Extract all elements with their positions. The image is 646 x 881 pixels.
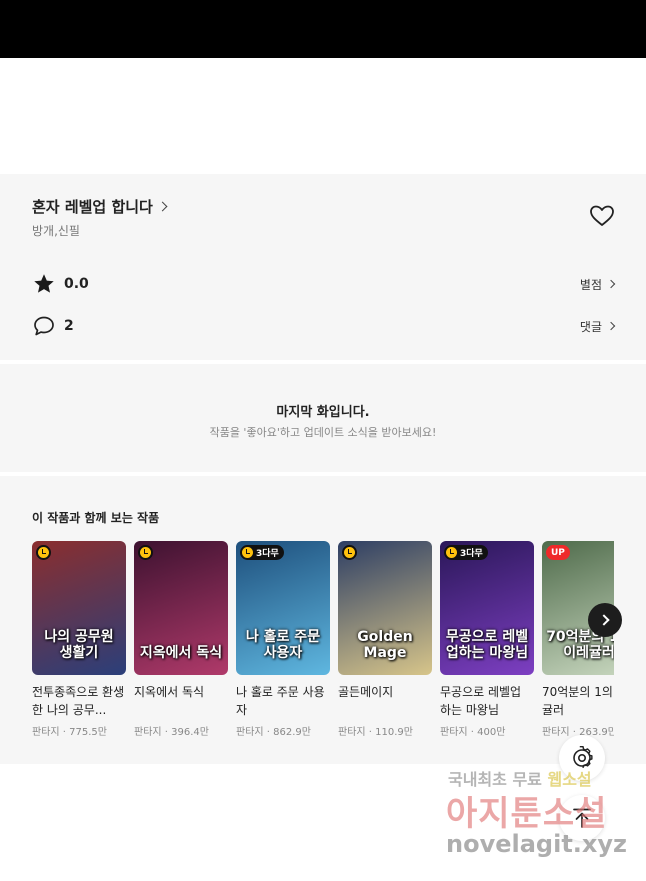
chevron-right-icon: [606, 321, 616, 331]
chevron-right-icon: [606, 279, 616, 289]
related-work-cover: 지옥에서 독식: [134, 541, 228, 675]
related-works-section: 이 작품과 함께 보는 작품 나의 공무원 생활기전투종족으로 환생한 나의 공…: [0, 476, 646, 764]
comment-count: 2: [64, 318, 74, 334]
wait-free-badge: 3다무: [240, 545, 284, 560]
wait-free-badge: [342, 545, 357, 560]
clock-icon: [38, 547, 49, 558]
badge-label: 3다무: [460, 549, 483, 559]
related-work-title: 나 홀로 주문 사용자: [236, 685, 325, 717]
badge-label: UP: [551, 547, 565, 558]
related-work-title: 70억분의 1의 레귤러: [542, 685, 614, 717]
rating-link[interactable]: 별점: [579, 276, 616, 293]
chevron-right-icon: [157, 201, 168, 212]
last-episode-section: 마지막 화입니다. 작품을 '좋아요'하고 업데이트 소식을 받아보세요!: [0, 364, 646, 472]
related-work-card[interactable]: UP70억분의 1의 이레귤러70억분의 1의 레귤러판타지 · 263.9만: [542, 541, 614, 738]
comment-icon: [34, 316, 54, 336]
wait-free-badge: [36, 545, 51, 560]
related-work-title: 무공으로 레벨업 하는 마왕님: [440, 685, 522, 717]
related-work-cover: 3다무나 홀로 주문 사용자: [236, 541, 330, 675]
carousel-next-button[interactable]: [588, 603, 622, 637]
related-works-carousel: 나의 공무원 생활기전투종족으로 환생한 나의 공무... 판타지 · 775.5…: [32, 541, 614, 756]
comment-link-label: 댓글: [579, 319, 602, 334]
rating-value: 0.0: [64, 276, 89, 292]
related-work-card[interactable]: 3다무 나 홀로 주문 사용자 나 홀로 주문 사용자 판타지 · 862.9만: [236, 541, 330, 738]
related-work-card[interactable]: Golden Mage 골든메이지판타지 · 110.9만: [338, 541, 432, 738]
related-work-card[interactable]: 나의 공무원 생활기전투종족으로 환생한 나의 공무... 판타지 · 775.5…: [32, 541, 126, 738]
related-works-heading: 이 작품과 함께 보는 작품: [32, 511, 160, 525]
blank-area: [0, 58, 646, 174]
related-work-title: 골든메이지: [338, 685, 394, 699]
related-work-meta: 판타지 · 862.9만: [236, 727, 311, 738]
rating-row: 0.0 별점: [32, 271, 616, 297]
work-info-section: 혼자 레벨업 합니다 방개,신필 0.0 별점 2 댓글: [0, 174, 646, 360]
rating-link-label: 별점: [579, 277, 602, 292]
badge-label: 3다무: [256, 549, 279, 559]
cover-logo-text: 나의 공무원 생활기: [44, 629, 114, 661]
related-work-cover: 3다무무공으로 레벨업하는 마왕님: [440, 541, 534, 675]
related-work-card[interactable]: 3다무무공으로 레벨업하는 마왕님무공으로 레벨업 하는 마왕님판타지 · 40…: [440, 541, 534, 738]
top-black-bar: [0, 0, 646, 58]
work-author: 방개,신필: [32, 224, 80, 238]
related-work-cover: 나의 공무원 생활기: [32, 541, 126, 675]
up-badge: UP: [546, 545, 570, 560]
related-work-meta: 판타지 · 396.4만: [134, 727, 209, 738]
last-episode-title: 마지막 화입니다.: [276, 405, 370, 420]
related-work-cover: Golden Mage: [338, 541, 432, 675]
clock-icon: [242, 547, 253, 558]
watermark-line2: 아지툰소설: [446, 794, 608, 834]
related-work-meta: 판타지 · 775.5만: [32, 727, 107, 738]
wait-free-badge: [138, 545, 153, 560]
heart-icon[interactable]: [589, 204, 615, 228]
related-work-meta: 판타지 · 400만: [440, 727, 506, 738]
comment-link[interactable]: 댓글: [579, 318, 616, 335]
clock-icon: [140, 547, 151, 558]
cover-logo-text: Golden Mage: [357, 629, 413, 661]
wait-free-badge: 3다무: [444, 545, 488, 560]
watermark-line3: novelagit.xyz: [446, 830, 628, 858]
chevron-right-icon: [597, 614, 610, 626]
clock-icon: [344, 547, 355, 558]
related-work-title: 전투종족으로 환생한 나의 공무...: [32, 685, 125, 717]
work-title: 혼자 레벨업 합니다: [32, 198, 153, 216]
clock-icon: [446, 547, 457, 558]
cover-logo-text: 무공으로 레벨업하는 마왕님: [445, 629, 529, 661]
last-episode-subtitle: 작품을 '좋아요'하고 업데이트 소식을 받아보세요!: [209, 426, 437, 439]
cover-logo-text: 지옥에서 독식: [139, 644, 223, 661]
work-title-link[interactable]: 혼자 레벨업 합니다: [32, 196, 168, 217]
cover-logo-text: 나 홀로 주문 사용자: [245, 629, 321, 661]
related-work-title: 지옥에서 독식: [134, 685, 205, 699]
comment-row: 2 댓글: [32, 313, 616, 339]
related-work-meta: 판타지 · 110.9만: [338, 727, 413, 738]
star-icon: [34, 274, 54, 293]
related-work-card[interactable]: 지옥에서 독식 지옥에서 독식 판타지 · 396.4만: [134, 541, 228, 738]
